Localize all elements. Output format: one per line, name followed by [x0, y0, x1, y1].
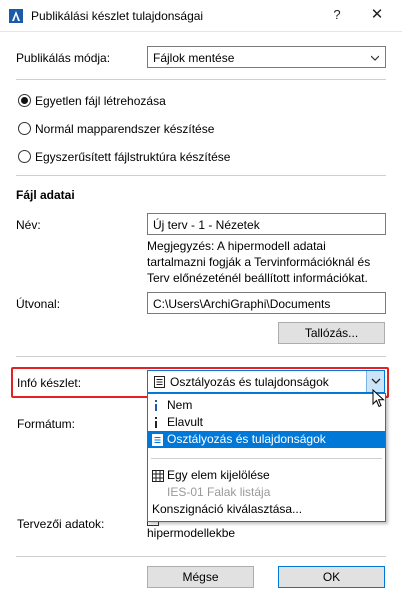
dropdown-item-egy-elem[interactable]: Egy elem kijelölése: [148, 467, 385, 484]
dropdown-item-osztalyozas[interactable]: Osztályozás és tulajdonságok: [148, 431, 385, 448]
document-list-icon: [154, 376, 165, 388]
info-set-dropdown[interactable]: Osztályozás és tulajdonságok: [147, 370, 385, 393]
info-set-value: Osztályozás és tulajdonságok: [170, 375, 329, 389]
ok-button[interactable]: OK: [278, 566, 385, 588]
designer-data-label: Tervezői adatok:: [17, 517, 105, 531]
document-list-icon: [152, 434, 163, 446]
radio-single-file[interactable]: [18, 94, 31, 107]
dropdown-item-nem[interactable]: Nem: [148, 397, 385, 414]
divider: [16, 556, 386, 557]
publish-mode-dropdown[interactable]: Fájlok mentése: [147, 46, 386, 68]
name-value: Új terv - 1 - Nézetek: [153, 218, 260, 232]
publish-mode-label: Publikálás módja:: [16, 51, 111, 65]
path-label: Útvonal:: [16, 297, 61, 311]
file-data-heading: Fájl adatai: [16, 188, 75, 202]
divider: [16, 79, 386, 80]
chevron-down-icon: [371, 378, 381, 384]
grid-icon: [152, 470, 164, 482]
divider: [16, 175, 386, 176]
archicad-app-icon: [9, 9, 23, 23]
radio-normal-folder[interactable]: [18, 122, 31, 135]
path-value: C:\Users\ArchiGraphi\Documents: [153, 297, 331, 311]
info-set-dropdown-list: Nem Elavult Osztályozás és tulajdonságok…: [147, 393, 386, 522]
radio-simplified-structure-label[interactable]: Egyszerűsített fájlstruktúra készítése: [35, 150, 230, 164]
cancel-button[interactable]: Mégse: [147, 566, 254, 588]
format-label: Formátum:: [17, 417, 76, 431]
info-set-label: Infó készlet:: [17, 376, 82, 390]
radio-normal-folder-label[interactable]: Normál mapparendszer készítése: [35, 122, 214, 136]
divider: [16, 356, 386, 357]
dropdown-item-elavult[interactable]: Elavult: [148, 414, 385, 431]
info-icon: [155, 400, 157, 411]
window-title: Publikálási készlet tulajdonságai: [31, 9, 204, 23]
chevron-down-icon: [371, 55, 379, 61]
dropdown-divider: [151, 458, 382, 459]
radio-single-file-label[interactable]: Egyetlen fájl létrehozása: [35, 94, 166, 108]
dropdown-item-konszignacio[interactable]: Konszignáció kiválasztása...: [148, 501, 385, 518]
info-icon: [155, 417, 157, 428]
radio-simplified-structure[interactable]: [18, 150, 31, 163]
close-button[interactable]: ✕: [367, 5, 387, 23]
publish-mode-value: Fájlok mentése: [153, 51, 235, 65]
browse-button[interactable]: Tallózás...: [278, 322, 385, 344]
name-input[interactable]: Új terv - 1 - Nézetek: [147, 213, 386, 235]
name-label: Név:: [16, 218, 41, 232]
dropdown-item-ies01: IES-01 Falak listája: [167, 485, 271, 499]
hypermodel-fragment: hipermodellekbe: [147, 526, 236, 540]
mouse-cursor-icon: [372, 389, 385, 408]
note-text: Megjegyzés: A hipermodell adatai tartalm…: [147, 239, 371, 285]
help-button[interactable]: ?: [327, 7, 347, 25]
title-bar: Publikálási készlet tulajdonságai ? ✕: [0, 0, 402, 32]
path-input[interactable]: C:\Users\ArchiGraphi\Documents: [147, 292, 386, 314]
